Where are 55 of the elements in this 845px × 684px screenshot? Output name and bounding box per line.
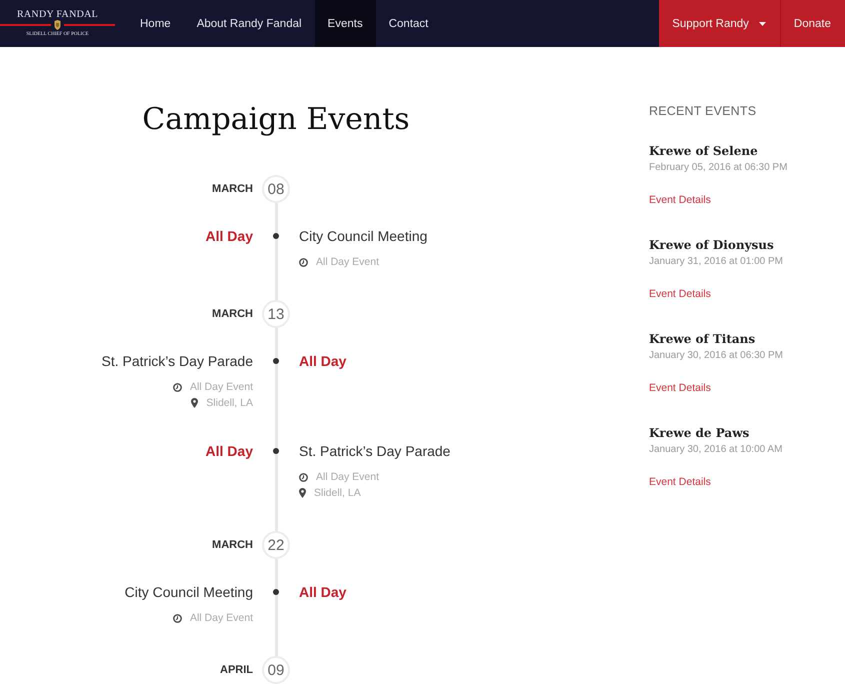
- month-label: MARCH: [212, 307, 253, 321]
- event-title[interactable]: St. Patrick’s Day Parade: [102, 351, 253, 371]
- event-duration: All Day Event: [316, 470, 380, 485]
- event-time: All Day: [206, 227, 253, 246]
- recent-event-title: Krewe of Dionysus: [649, 237, 774, 253]
- recent-event-title: Krewe of Selene: [649, 143, 758, 159]
- timeline-dot: [273, 448, 279, 454]
- recent-event-date: January 31, 2016 at 01:00 PM: [649, 255, 783, 269]
- event-title[interactable]: City Council Meeting: [299, 226, 428, 246]
- nav-link[interactable]: Contact: [376, 0, 442, 47]
- clock-icon: [299, 258, 308, 266]
- timeline-dot: [273, 589, 279, 595]
- day-circle: 13: [262, 300, 290, 328]
- nav-link[interactable]: Home: [127, 0, 184, 47]
- event-details-link[interactable]: Event Details: [649, 475, 711, 489]
- caret-icon: [758, 22, 766, 26]
- event-time: All Day: [299, 352, 346, 371]
- sidebar-heading: RECENT EVENTS: [649, 103, 758, 120]
- nav-link[interactable]: About Randy Fandal: [184, 0, 315, 47]
- month-label: MARCH: [212, 538, 253, 552]
- recent-event-title: Krewe of Titans: [649, 331, 756, 347]
- event-duration: All Day Event: [316, 255, 380, 270]
- logo-name: RANDY FANDAL: [16, 9, 98, 20]
- timeline-dot: [273, 358, 279, 364]
- event-location: Slidell, LA: [206, 396, 253, 411]
- recent-event-title: Krewe de Paws: [649, 425, 750, 441]
- location-pin-icon: [299, 488, 306, 498]
- support-dropdown-button[interactable]: Support Randy: [659, 0, 780, 47]
- day-circle: 09: [262, 656, 290, 684]
- month-label: MARCH: [212, 182, 253, 196]
- timeline-dot: [273, 233, 279, 239]
- event-location: Slidell, LA: [314, 486, 361, 501]
- donate-button[interactable]: Donate: [780, 0, 845, 47]
- event-details-link[interactable]: Event Details: [649, 287, 711, 301]
- event-details-link[interactable]: Event Details: [649, 381, 711, 395]
- recent-event-date: January 30, 2016 at 10:00 AM: [649, 443, 782, 457]
- recent-event-date: February 05, 2016 at 06:30 PM: [649, 161, 788, 175]
- recent-event-date: January 30, 2016 at 06:30 PM: [649, 349, 783, 363]
- event-duration: All Day Event: [190, 611, 253, 626]
- event-title[interactable]: St. Patrick’s Day Parade: [299, 441, 450, 461]
- clock-icon: [172, 382, 182, 392]
- event-time: All Day: [299, 583, 346, 602]
- clock-icon: [172, 614, 182, 622]
- nav-link[interactable]: Events: [314, 0, 376, 47]
- clock-icon: [299, 472, 308, 482]
- month-label: APRIL: [220, 663, 253, 677]
- event-time: All Day: [206, 442, 253, 461]
- badge-icon: [54, 20, 61, 30]
- event-title[interactable]: City Council Meeting: [124, 582, 253, 602]
- event-details-link[interactable]: Event Details: [649, 193, 711, 207]
- page-title: Campaign Events: [141, 102, 411, 138]
- day-circle: 08: [262, 175, 290, 203]
- event-duration: All Day Event: [190, 380, 253, 395]
- day-circle: 22: [262, 531, 290, 559]
- location-pin-icon: [191, 398, 198, 408]
